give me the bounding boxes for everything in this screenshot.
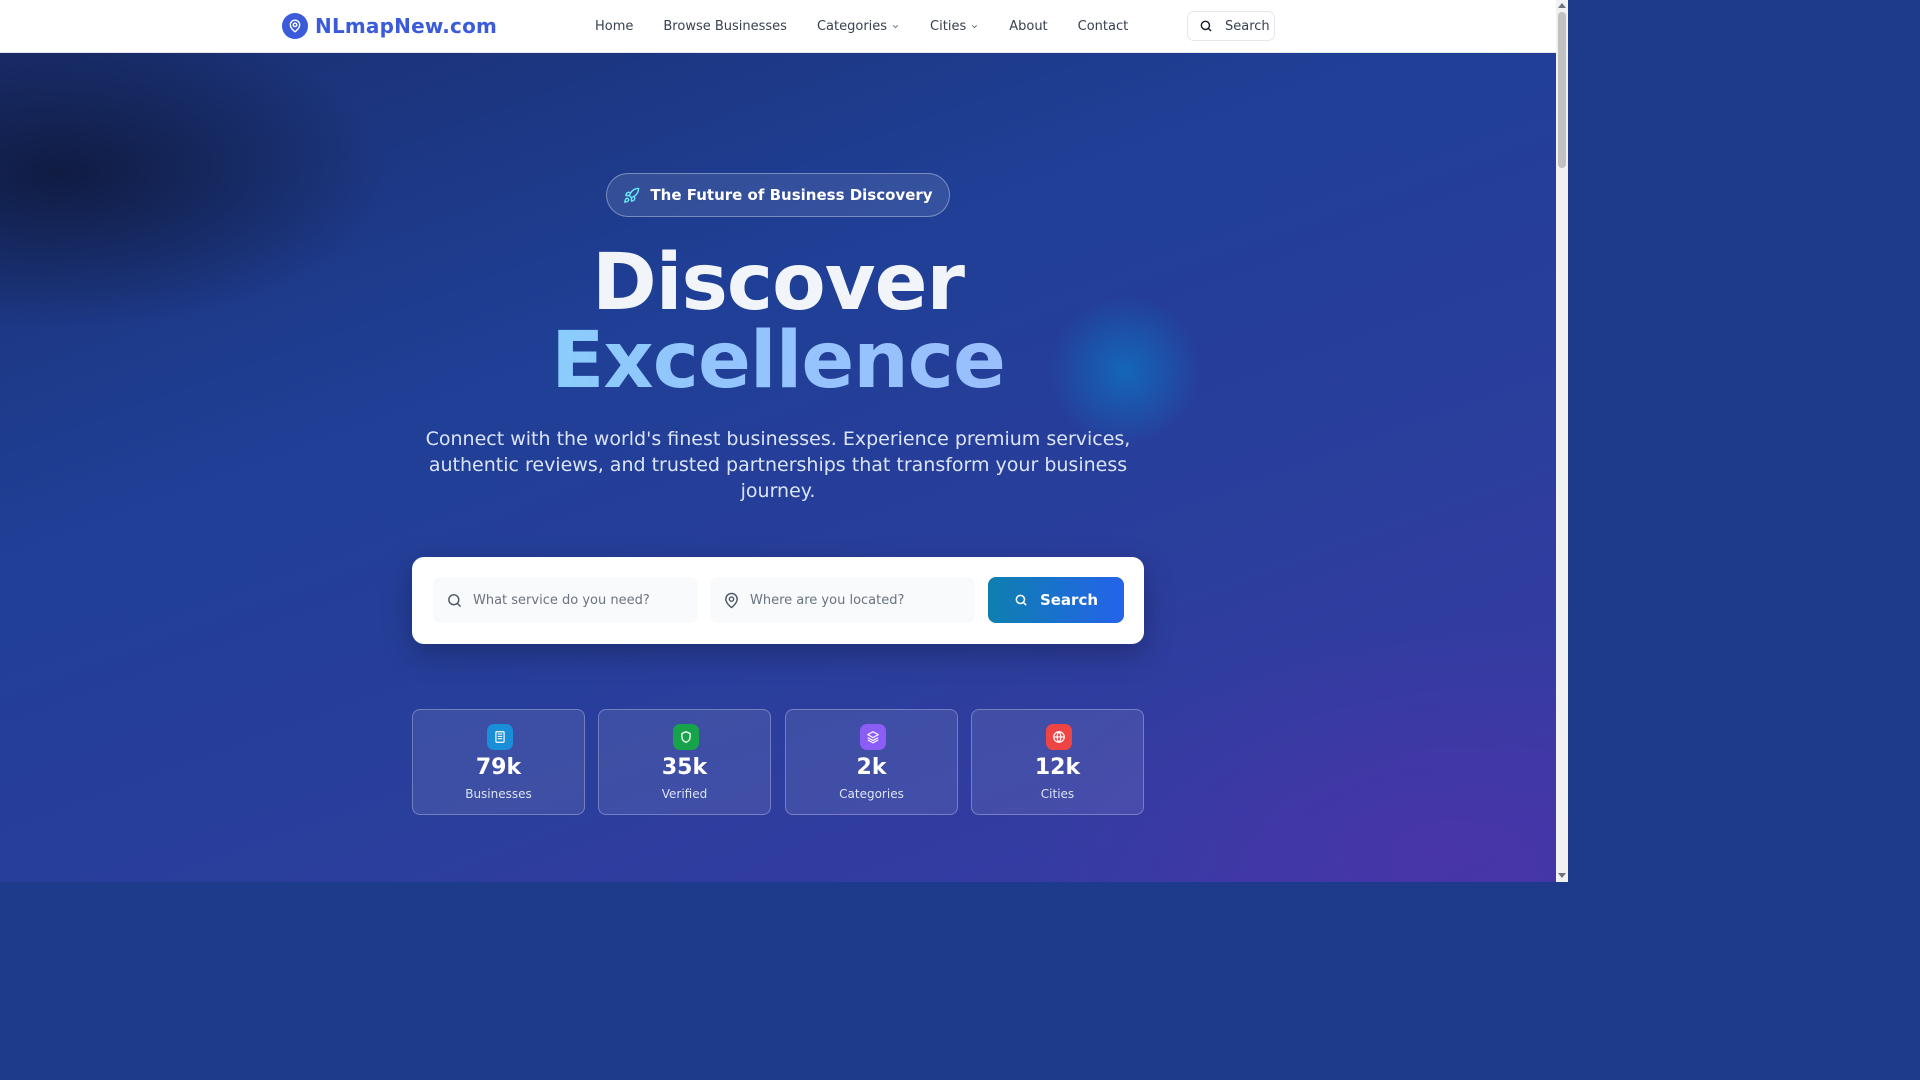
stat-card-businesses: 79k Businesses — [412, 709, 585, 815]
brand-logo[interactable]: NLmapNew.com — [282, 13, 497, 39]
nav-contact[interactable]: Contact — [1078, 19, 1129, 34]
search-icon — [1015, 594, 1027, 606]
hero-title-line2: Excellence — [0, 321, 1556, 401]
chevron-down-icon — [892, 25, 899, 29]
nav-cities-label: Cities — [930, 19, 967, 34]
scrollbar-thumb[interactable] — [1558, 12, 1566, 168]
search-card: Search — [412, 557, 1144, 644]
search-icon — [448, 593, 461, 607]
stat-label: Cities — [1040, 787, 1075, 801]
nav-home-label: Home — [595, 19, 634, 34]
stat-label: Categories — [839, 787, 904, 801]
nav-about-label: About — [1009, 19, 1048, 34]
page-scrollbar[interactable] — [1556, 0, 1568, 882]
globe-icon — [1046, 724, 1072, 750]
top-navbar: NLmapNew.com Home Browse Businesses Cate… — [0, 0, 1556, 53]
stat-value: 35k — [661, 755, 708, 780]
stat-card-verified: 35k Verified — [598, 709, 771, 815]
service-search-input[interactable] — [473, 592, 683, 608]
nav-browse-businesses[interactable]: Browse Businesses — [663, 19, 787, 34]
scroll-up-arrow-icon[interactable] — [1558, 3, 1566, 8]
shield-icon — [673, 724, 699, 750]
building-icon — [487, 724, 513, 750]
map-pin-icon — [725, 592, 738, 608]
service-field — [433, 577, 698, 623]
stat-value: 79k — [475, 755, 522, 780]
nav-links: Home Browse Businesses Categories Cities… — [595, 0, 1158, 53]
scroll-down-arrow-icon[interactable] — [1558, 873, 1566, 878]
layers-icon — [860, 724, 886, 750]
nav-about[interactable]: About — [1009, 19, 1047, 34]
hero-badge: The Future of Business Discovery — [606, 173, 950, 217]
search-submit-button[interactable]: Search — [988, 577, 1124, 623]
location-search-input[interactable] — [750, 592, 960, 608]
nav-categories-label: Categories — [816, 19, 888, 34]
rocket-icon — [624, 187, 640, 203]
nav-cities-dropdown[interactable]: Cities — [930, 19, 979, 34]
nav-contact-label: Contact — [1077, 19, 1129, 34]
chevron-down-icon — [972, 25, 978, 29]
stat-value: 2k — [856, 755, 887, 780]
nav-browse-label: Browse Businesses — [663, 19, 787, 34]
stat-value: 12k — [1034, 755, 1081, 780]
brand-name: NLmapNew.com — [315, 14, 498, 38]
stat-label: Verified — [661, 787, 708, 801]
hero-section: The Future of Business Discovery Discove… — [0, 53, 1556, 882]
hero-subtitle: Connect with the world's finest business… — [425, 428, 1131, 502]
stat-card-categories: 2k Categories — [785, 709, 958, 815]
location-field — [710, 577, 975, 623]
hero-badge-text: The Future of Business Discovery — [650, 186, 933, 204]
search-submit-label: Search — [1039, 591, 1099, 609]
stat-card-cities: 12k Cities — [971, 709, 1144, 815]
map-pin-icon — [282, 13, 308, 39]
nav-categories-dropdown[interactable]: Categories — [817, 19, 900, 34]
nav-home[interactable]: Home — [595, 19, 633, 34]
nav-search-button[interactable]: Search — [1187, 11, 1275, 41]
nav-search-label: Search — [1225, 18, 1270, 34]
search-icon — [1200, 20, 1212, 32]
hero-title-line1: Discover — [592, 238, 965, 328]
stat-label: Businesses — [465, 787, 532, 801]
